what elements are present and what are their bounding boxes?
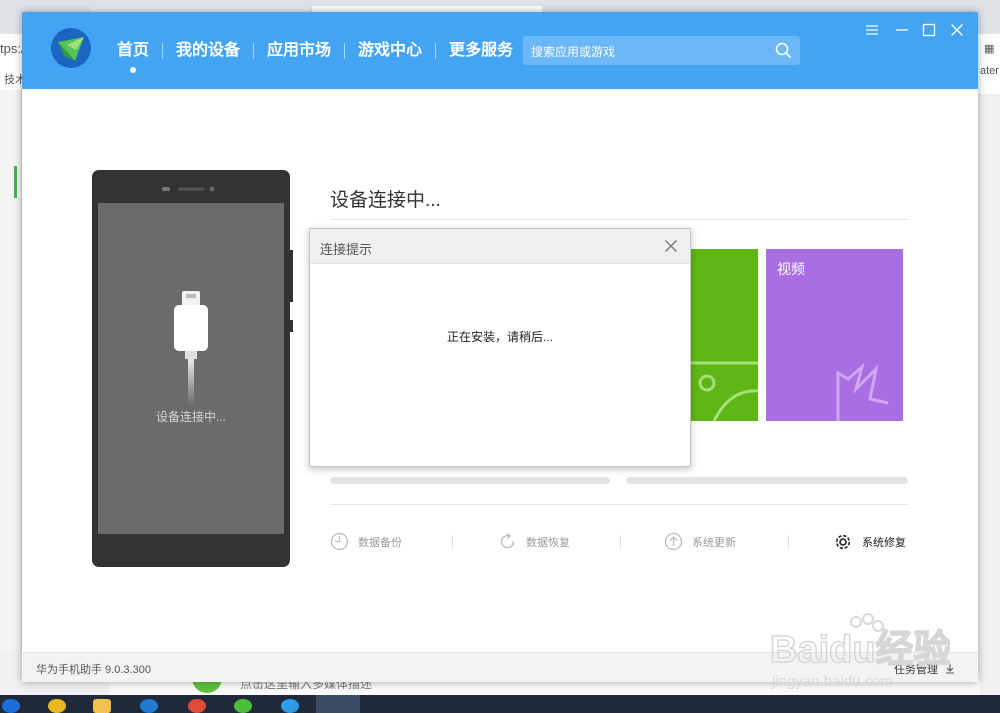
browser-right-fragment: ater (980, 65, 999, 77)
version-label: 华为手机助手 9.0.3.300 (36, 664, 151, 676)
dialog-message: 正在安装，请稍后... (446, 330, 553, 344)
taskbar (0, 695, 1000, 713)
green-marker (14, 166, 17, 198)
video-tile-graphic-icon (836, 362, 889, 421)
taskbar-wechat-icon[interactable] (234, 699, 252, 713)
main-nav: 首页 我的设备 应用市场 游戏中心 更多服务 (104, 40, 526, 73)
watermark-subtext: jingyan.baidu.com (771, 673, 893, 690)
maximize-icon[interactable] (921, 22, 937, 38)
progress-placeholder-bar (330, 477, 610, 484)
phone-screen: 设备连接中... (98, 203, 284, 534)
restore-button[interactable]: 数据恢复 (498, 532, 570, 551)
top-bar: 首页 我的设备 应用市场 游戏中心 更多服务 搜索应用或游戏 (22, 12, 978, 89)
gear-icon (835, 534, 851, 550)
repair-label: 系统修复 (862, 537, 906, 549)
taskbar-qq-icon[interactable] (281, 699, 299, 713)
nav-game-center[interactable]: 游戏中心 (345, 40, 435, 62)
action-separator (452, 535, 453, 548)
restore-label: 数据恢复 (526, 536, 570, 549)
restore-icon (500, 532, 515, 549)
logo-icon (51, 28, 91, 68)
dialog-title: 连接提示 (320, 242, 373, 257)
backup-icon (330, 532, 349, 551)
actions-divider (330, 504, 908, 505)
phone-status-text: 设备连接中... (155, 410, 226, 424)
search-box[interactable]: 搜索应用或游戏 (523, 36, 800, 65)
nav-home[interactable]: 首页 (104, 40, 162, 73)
close-icon[interactable] (949, 22, 965, 38)
browser-right-icon: ▦ (984, 43, 995, 55)
update-label: 系统更新 (692, 536, 736, 549)
backup-label: 数据备份 (358, 536, 402, 549)
update-button[interactable]: 系统更新 (664, 532, 736, 551)
browser-left-strip (0, 90, 22, 650)
phone-illustration: 设备连接中... (92, 170, 293, 567)
taskbar-browser-icon[interactable] (140, 699, 158, 713)
dialog-close-icon[interactable] (664, 239, 678, 253)
taskbar-folder-icon[interactable] (93, 699, 111, 713)
taskbar-app-icon[interactable] (48, 699, 66, 713)
taskbar-edge-icon[interactable] (2, 699, 20, 713)
phone-side-button (290, 320, 293, 332)
minimize-icon[interactable] (894, 22, 910, 38)
tile-video[interactable]: 视频 (766, 249, 903, 421)
search-placeholder: 搜索应用或游戏 (531, 45, 616, 59)
photo-tile-graphic-icon (690, 361, 758, 421)
backup-button[interactable]: 数据备份 (330, 532, 402, 551)
nav-more-services[interactable]: 更多服务 (436, 40, 526, 62)
taskbar-hisuite-icon[interactable] (316, 695, 360, 713)
update-icon (664, 532, 683, 551)
action-separator (788, 535, 789, 548)
progress-placeholder-bar (626, 477, 908, 484)
taskbar-chrome-icon[interactable] (188, 699, 206, 713)
hisuite-logo (51, 28, 91, 68)
nav-app-market[interactable]: 应用市场 (254, 40, 344, 62)
browser-right-edge: ▦ ater (978, 34, 1000, 94)
phone-side-button (290, 250, 293, 302)
nav-my-device[interactable]: 我的设备 (163, 40, 253, 62)
tile-photos[interactable] (690, 249, 758, 421)
search-icon[interactable] (775, 42, 792, 59)
repair-button[interactable]: 系统修复 (833, 532, 906, 552)
menu-icon[interactable] (864, 22, 880, 38)
tile-video-label: 视频 (777, 261, 805, 277)
dialog-header: 连接提示 (310, 229, 690, 264)
watermark-text: Baidu经验 (770, 629, 950, 671)
connection-dialog: 连接提示 正在安装，请稍后... (309, 228, 691, 467)
baidu-watermark-logo: Baidu经验 jingyan.baidu.com (770, 613, 950, 690)
connection-status-title: 设备连接中... (330, 190, 441, 211)
phone-camera-icon (162, 186, 215, 192)
action-separator (620, 535, 621, 548)
status-divider (330, 219, 908, 220)
usb-cable-icon (174, 291, 208, 406)
